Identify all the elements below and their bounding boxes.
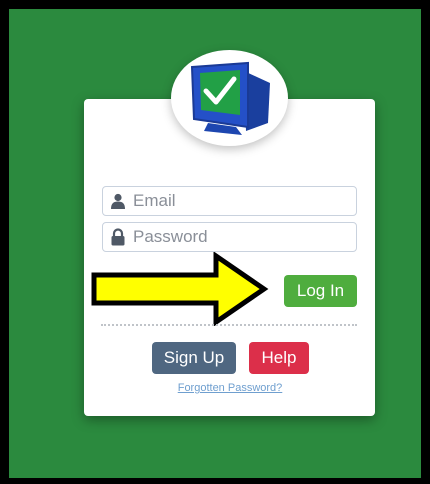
divider: [101, 324, 357, 326]
login-button[interactable]: Log In: [284, 275, 357, 307]
help-button[interactable]: Help: [249, 342, 309, 374]
password-field[interactable]: [102, 222, 357, 252]
email-input[interactable]: [133, 191, 348, 211]
user-icon: [103, 193, 133, 209]
forgot-password-link[interactable]: Forgotten Password?: [167, 382, 293, 394]
app-logo: [171, 50, 288, 146]
password-input[interactable]: [133, 227, 348, 247]
arrow-right-icon: [91, 252, 269, 326]
monitor-checkmark-icon: [190, 61, 270, 135]
lock-icon: [103, 228, 133, 246]
signup-button[interactable]: Sign Up: [152, 342, 236, 374]
email-field[interactable]: [102, 186, 357, 216]
